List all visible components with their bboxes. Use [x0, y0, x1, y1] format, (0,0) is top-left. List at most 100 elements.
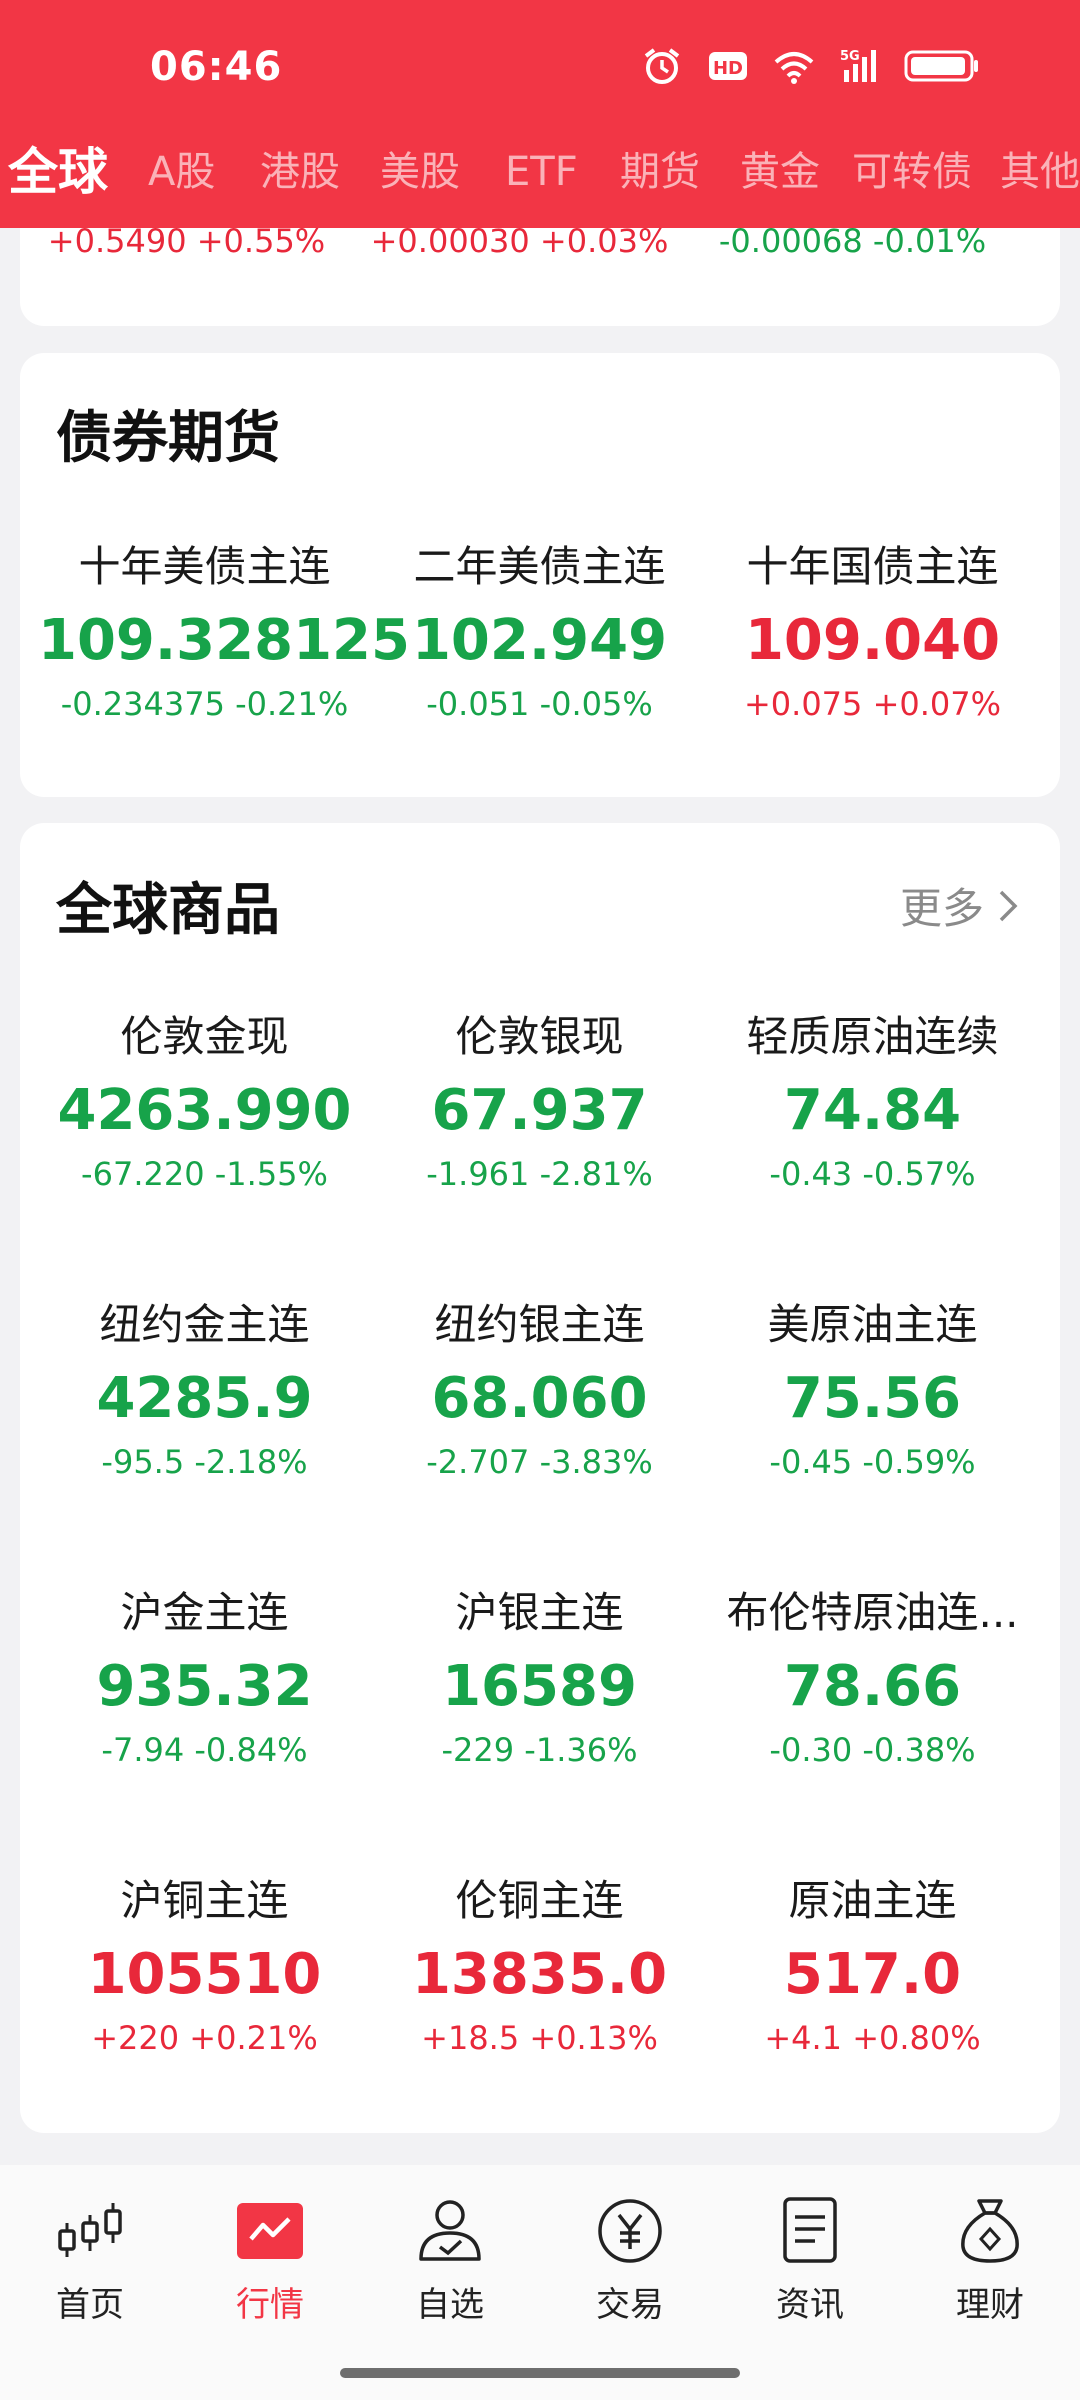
quote-cell[interactable]: 美原油主连 75.56 -0.45 -0.59% [706, 1291, 1039, 1481]
nav-label: 理财 [956, 2285, 1024, 2325]
quote-change: -0.43 -0.57% [769, 1155, 976, 1193]
quote-cell[interactable]: 布伦特原油连... 78.66 -0.30 -0.38% [706, 1579, 1039, 1769]
quote-change: -67.220 -1.55% [81, 1155, 328, 1193]
yen-coin-icon [598, 2199, 662, 2263]
tab-convertible-bonds[interactable]: 可转债 [852, 132, 972, 212]
quote-change: -2.707 -3.83% [426, 1443, 653, 1481]
quote-cell[interactable]: 轻质原油连续 74.84 -0.43 -0.57% [706, 1003, 1039, 1193]
wifi-icon [774, 52, 814, 84]
quote-change: +4.1 +0.80% [764, 2019, 981, 2057]
quote-change: -0.30 -0.38% [769, 1731, 976, 1769]
quote-change: -0.051 -0.05% [426, 685, 653, 723]
alarm-icon [644, 48, 680, 84]
quote-cell[interactable]: 纽约金主连 4285.9 -95.5 -2.18% [38, 1291, 371, 1481]
quote-change: -229 -1.36% [441, 1731, 638, 1769]
market-tabs: 全球 A股 港股 美股 ETF 期货 黄金 可转债 其他 [0, 132, 1080, 212]
tab-other[interactable]: 其他 [1000, 132, 1080, 212]
market-chart-icon [237, 2203, 303, 2259]
chevron-right-icon [999, 890, 1018, 921]
quote-price: 13835.0 [411, 1942, 668, 2007]
tab-hk-stocks[interactable]: 港股 [260, 132, 340, 212]
quote-price: 68.060 [431, 1366, 648, 1431]
quote-price: 109.040 [744, 608, 1001, 673]
tab-gold[interactable]: 黄金 [740, 132, 820, 212]
status-icons: HD 5G [640, 46, 980, 86]
quote-name: 原油主连 [788, 1876, 957, 1925]
quote-change: +220 +0.21% [91, 2019, 318, 2057]
quote-name: 纽约银主连 [434, 1300, 645, 1349]
quote-name: 伦铜主连 [455, 1876, 624, 1925]
quote-name: 沪金主连 [120, 1588, 289, 1637]
home-indicator[interactable] [340, 2368, 740, 2378]
nav-label: 首页 [56, 2285, 124, 2325]
quote-price: 517.0 [783, 1942, 962, 2007]
quote-cell[interactable]: 伦敦银现 67.937 -1.961 -2.81% [373, 1003, 706, 1193]
nav-trade[interactable]: 交易 [540, 2195, 720, 2326]
quote-cell[interactable]: 沪铜主连 105510 +220 +0.21% [38, 1867, 371, 2057]
top-header: 06:46 HD 5G 全球 A股 港股 美股 ETF 期货 黄金 可转债 其他 [0, 0, 1080, 228]
quote-name: 轻质原油连续 [746, 1012, 999, 1061]
bottom-nav: 首页 行情 自选 交易 资讯 理财 [0, 2165, 1080, 2400]
quote-change: -7.94 -0.84% [101, 1731, 308, 1769]
status-bar: 06:46 HD 5G [0, 0, 1080, 130]
quote-cell[interactable]: 伦铜主连 13835.0 +18.5 +0.13% [373, 1867, 706, 2057]
quote-price: 102.949 [411, 608, 668, 673]
quote-name: 美原油主连 [767, 1300, 978, 1349]
nav-home[interactable]: 首页 [0, 2195, 180, 2326]
signal-5g-icon: 5G [840, 49, 876, 82]
quote-name: 沪铜主连 [120, 1876, 289, 1925]
nav-watchlist[interactable]: 自选 [360, 2195, 540, 2326]
quote-price: 74.84 [783, 1078, 962, 1143]
svg-text:HD: HD [713, 58, 743, 79]
document-icon [783, 2197, 837, 2263]
quote-cell[interactable]: 沪银主连 16589 -229 -1.36% [373, 1579, 706, 1769]
quote-cell[interactable]: 原油主连 517.0 +4.1 +0.80% [706, 1867, 1039, 2057]
tab-global[interactable]: 全球 [8, 132, 108, 212]
status-time: 06:46 [150, 44, 283, 90]
nav-label: 自选 [416, 2285, 484, 2325]
quote-price: 16589 [442, 1654, 637, 1719]
quote-price: 78.66 [783, 1654, 962, 1719]
quote-name: 二年美债主连 [413, 542, 666, 591]
tab-a-shares[interactable]: A股 [148, 132, 215, 212]
bond-futures-card: 债券期货 十年美债主连 109.328125 -0.234375 -0.21% … [20, 353, 1060, 797]
more-link[interactable]: 更多 [900, 875, 1020, 936]
nav-market[interactable]: 行情 [180, 2195, 360, 2326]
section-title: 债券期货 [56, 406, 280, 471]
tab-etf[interactable]: ETF [505, 132, 578, 212]
quote-price: 105510 [87, 1942, 322, 2007]
quote-cell[interactable]: 沪金主连 935.32 -7.94 -0.84% [38, 1579, 371, 1769]
quote-cell[interactable]: 二年美债主连 102.949 -0.051 -0.05% [373, 533, 706, 723]
nav-label: 交易 [596, 2285, 664, 2325]
quote-name: 布伦特原油连... [726, 1588, 1019, 1637]
quote-price: 67.937 [431, 1078, 648, 1143]
quote-name: 伦敦金现 [120, 1012, 289, 1061]
user-check-icon [419, 2200, 481, 2261]
quote-cell[interactable]: 十年国债主连 109.040 +0.075 +0.07% [706, 533, 1039, 723]
candlestick-icon [58, 2203, 122, 2257]
quote-change: -0.234375 -0.21% [60, 685, 349, 723]
tab-futures[interactable]: 期货 [620, 132, 700, 212]
quote-name: 纽约金主连 [99, 1300, 310, 1349]
nav-wealth[interactable]: 理财 [900, 2195, 1080, 2326]
quote-change: -95.5 -2.18% [101, 1443, 308, 1481]
quote-change: +18.5 +0.13% [421, 2019, 658, 2057]
tab-us-stocks[interactable]: 美股 [380, 132, 460, 212]
quote-cell[interactable]: 纽约银主连 68.060 -2.707 -3.83% [373, 1291, 706, 1481]
svg-text:5G: 5G [840, 49, 860, 64]
nav-news[interactable]: 资讯 [720, 2195, 900, 2326]
quote-price: 109.328125 [38, 608, 410, 673]
global-commodities-card: 全球商品 更多 伦敦金现 4263.990 -67.220 -1.55% 伦敦银现 67… [20, 823, 1060, 2133]
quote-price: 75.56 [783, 1366, 962, 1431]
quote-change: -0.45 -0.59% [769, 1443, 976, 1481]
quote-cell[interactable]: 十年美债主连 109.328125 -0.234375 -0.21% [38, 533, 410, 723]
quote-change: +0.075 +0.07% [743, 685, 1002, 723]
quote-name: 伦敦银现 [455, 1012, 624, 1061]
quote-price: 4285.9 [96, 1366, 313, 1431]
quote-price: 935.32 [96, 1654, 313, 1719]
hd-icon: HD [709, 52, 747, 80]
quote-name: 十年美债主连 [78, 542, 331, 591]
quote-change: -1.961 -2.81% [426, 1155, 653, 1193]
quote-cell[interactable]: 伦敦金现 4263.990 -67.220 -1.55% [38, 1003, 371, 1193]
nav-label: 行情 [236, 2285, 304, 2325]
